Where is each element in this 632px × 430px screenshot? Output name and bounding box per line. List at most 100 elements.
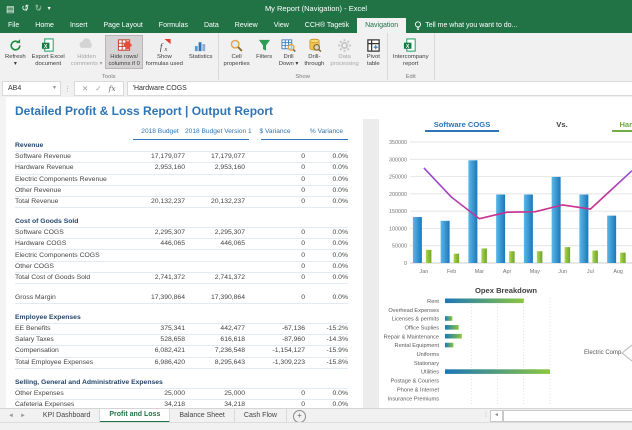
ribbon-tab-formulas[interactable]: Formulas [151, 18, 196, 33]
cell-value[interactable]: 0 [245, 163, 305, 173]
ribbon-button-hidden[interactable]: Hidden comments ▾ [68, 35, 106, 69]
ribbon-tab-view[interactable]: View [266, 18, 297, 33]
cell-value[interactable]: 2,295,307 [185, 228, 245, 238]
cell-value[interactable]: 375,341 [135, 324, 185, 334]
ribbon-button-pivot[interactable]: Pivot table [362, 35, 385, 69]
sheet-next-icon[interactable]: ► [20, 413, 26, 419]
sheet-tab-kpi-dashboard[interactable]: KPI Dashboard [34, 409, 101, 423]
table-row-salary-taxes[interactable]: Salary Taxes 528,658 616,618 -87,960 -14.3% [15, 335, 348, 347]
cell-value[interactable]: 0 [245, 197, 305, 207]
sheet-tab-profit-and-loss[interactable]: Profit and Loss [100, 409, 171, 423]
cell-value[interactable]: 2,953,160 [185, 163, 245, 173]
formula-input[interactable]: 'Hardware COGS [126, 81, 632, 96]
insert-function-icon[interactable]: f𝑥 [109, 84, 116, 93]
cell-value[interactable]: 0.0% [305, 293, 349, 303]
cancel-formula-icon[interactable]: ✕ [82, 84, 88, 93]
cell-value[interactable]: 17,390,864 [185, 293, 245, 303]
table-row-hardware-cogs[interactable]: Hardware COGS 446,065 446,065 0 0.0% [15, 239, 349, 251]
sheet-prev-icon[interactable]: ◄ [8, 413, 14, 419]
cell-value[interactable]: 528,658 [135, 335, 185, 345]
ribbon-button-intercompany[interactable]: X Intercompany report [390, 35, 432, 69]
ribbon-tab-page-layout[interactable]: Page Layout [95, 18, 150, 33]
cell-value[interactable]: 17,390,864 [135, 293, 185, 303]
cell-value[interactable]: 25,000 [185, 389, 245, 399]
cell-value[interactable]: 446,065 [135, 239, 185, 249]
cell-value[interactable]: 442,477 [185, 324, 245, 334]
tell-me-box[interactable]: Tell me what you want to do... [406, 18, 525, 33]
cell-value[interactable]: 0.0% [305, 163, 349, 173]
name-box[interactable]: AB4 ▼ [2, 81, 61, 96]
cell-value[interactable]: 0 [245, 228, 305, 238]
enter-formula-icon[interactable]: ✓ [95, 84, 101, 93]
cell-value[interactable]: 0.0% [305, 175, 349, 185]
cell-value[interactable]: 0.0% [305, 239, 349, 249]
ribbon-tab-review[interactable]: Review [227, 18, 266, 33]
ribbon-button-filters[interactable]: Filters [253, 35, 276, 63]
cell-value[interactable]: 6,986,420 [135, 358, 185, 368]
cell-value[interactable]: 0 [245, 251, 305, 261]
cell-value[interactable]: 25,000 [135, 389, 185, 399]
cell-value[interactable]: 0 [245, 273, 305, 283]
cell-value[interactable]: -1,309,223 [245, 358, 305, 368]
cell-value[interactable]: 0 [245, 239, 305, 249]
cell-value[interactable]: -1,154,127 [245, 346, 305, 356]
cell-value[interactable]: 6,082,421 [135, 346, 185, 356]
cell-value[interactable]: 0.0% [305, 251, 349, 261]
ribbon-button-drill[interactable]: Drill-through [301, 35, 327, 69]
cell-value[interactable]: 0 [245, 152, 305, 162]
cell-value[interactable]: 0 [245, 293, 305, 303]
table-row-total-cost-of-goods-sold[interactable]: Total Cost of Goods Sold 2,741,372 2,741,3… [15, 273, 349, 285]
ribbon-button-refresh[interactable]: Refresh ▾ [2, 35, 29, 69]
table-row-other-cogs[interactable]: Other COGS 0 0.0% [15, 262, 348, 273]
cell-value[interactable]: 0.0% [305, 273, 349, 283]
cell-value[interactable]: 2,295,307 [135, 228, 185, 238]
table-row-total-employee-expenses[interactable]: Total Employee Expenses 6,986,420 8,295,64… [15, 358, 348, 369]
ribbon-button-data[interactable]: Data processing [327, 35, 362, 69]
cell-value[interactable]: 0 [245, 175, 305, 185]
cell-value[interactable]: 0 [245, 262, 305, 272]
table-row-software-revenue[interactable]: Software Revenue 17,179,077 17,179,077 0 0.0… [15, 152, 349, 164]
ribbon-tab-cch-tagetik[interactable]: CCH® Tagetik [297, 18, 357, 33]
cell-value[interactable]: 20,132,237 [135, 197, 185, 207]
ribbon-button-drill[interactable]: Drill Down ▾ [276, 35, 302, 69]
cell-value[interactable]: 0.0% [305, 389, 349, 399]
table-row-other-expenses[interactable]: Other Expenses 25,000 25,000 0 0.0% [15, 389, 348, 400]
cell-value[interactable]: -67,136 [245, 324, 305, 334]
ribbon-button-statistics[interactable]: Statistics [186, 35, 216, 63]
cell-value[interactable]: -14.3% [305, 335, 348, 345]
ribbon-button-hide-rows[interactable]: Hide rows/columns if 0 [105, 35, 143, 70]
table-row-software-cogs[interactable]: Software COGS 2,295,307 2,295,307 0 0.0% [15, 228, 348, 240]
scroll-left-icon[interactable]: ◄ [490, 409, 503, 422]
table-row-electric-components-cogs[interactable]: Electric Components COGS 0 0.0% [15, 250, 349, 262]
cell-value[interactable]: 0.0% [305, 186, 349, 196]
sheet-tab-balance-sheet[interactable]: Balance Sheet [170, 409, 235, 423]
cell-value[interactable]: 20,132,237 [185, 197, 245, 207]
ribbon-button-cell[interactable]: Cell properties [221, 35, 253, 69]
cell-value[interactable]: 0.0% [305, 197, 349, 207]
cell-value[interactable]: 0 [245, 389, 305, 399]
cell-value[interactable]: 7,236,548 [185, 346, 245, 356]
ribbon-button-show[interactable]: f x Show formulas used [143, 35, 186, 69]
table-row-compensation[interactable]: Compensation 6,082,421 7,236,548 -1,154,127… [15, 346, 348, 358]
cell-value[interactable]: 0.0% [305, 152, 349, 162]
name-box-dropdown-icon[interactable]: ▼ [52, 82, 57, 95]
ribbon-tab-navigation[interactable]: Navigation [357, 18, 407, 33]
sheet-tab-cash-flow[interactable]: Cash Flow [235, 409, 287, 423]
table-row-electric-components-revenue[interactable]: Electric Components Revenue 0 0.0% [15, 175, 348, 186]
cell-value[interactable]: 616,618 [185, 335, 245, 345]
ribbon-button-export-excel[interactable]: X Export Excel document [29, 35, 68, 69]
ribbon-tab-data[interactable]: Data [196, 18, 227, 33]
cell-value[interactable]: 8,295,643 [185, 358, 245, 368]
table-row-gross-margin[interactable]: Gross Margin 17,390,864 17,390,864 0 0.0% [15, 293, 349, 305]
ribbon-tab-home[interactable]: Home [27, 18, 62, 33]
cell-value[interactable]: 0 [245, 186, 305, 196]
table-row-other-revenue[interactable]: Other Revenue 0 0.0% [15, 186, 348, 197]
ribbon-tab-file[interactable]: File [0, 18, 27, 33]
cell-value[interactable]: 2,741,372 [135, 273, 185, 283]
cell-value[interactable]: 2,953,160 [135, 163, 185, 173]
cell-value[interactable]: 17,179,077 [185, 152, 245, 162]
cell-value[interactable]: 2,741,372 [185, 273, 245, 283]
table-row-ee-benefits[interactable]: EE Benefits 375,341 442,477 -67,136 -15.2% [15, 324, 348, 336]
cell-value[interactable]: 0.0% [305, 262, 349, 272]
cell-value[interactable]: 446,065 [185, 239, 245, 249]
